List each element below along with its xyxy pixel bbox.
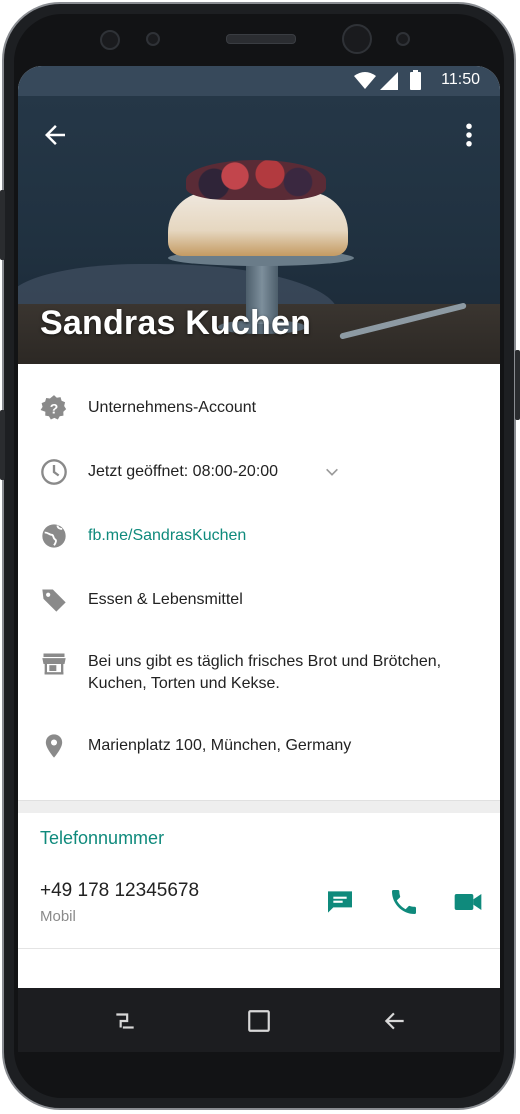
section-divider	[18, 800, 500, 813]
location-pin-icon	[45, 734, 63, 758]
address-text: Marienplatz 100, München, Germany	[88, 737, 352, 754]
sensor-dot	[396, 32, 410, 46]
status-bar: 11:50	[18, 66, 500, 96]
sensor-dot	[146, 32, 160, 46]
back-nav-icon[interactable]	[382, 1008, 408, 1034]
home-icon[interactable]	[246, 1008, 272, 1034]
clock-icon	[41, 459, 67, 485]
signal-icon	[380, 72, 398, 90]
account-type-text: Unternehmens-Account	[88, 399, 257, 416]
profile-header-image: Sandras Kuchen	[18, 96, 500, 364]
recent-apps-icon[interactable]	[112, 1008, 138, 1034]
screen: 11:50 Sandras Kuchen ? Unternehmens-Acco…	[18, 66, 500, 988]
status-time: 11:50	[441, 71, 480, 88]
website-link[interactable]: fb.me/SandrasKuchen	[88, 525, 488, 547]
side-button-left-bottom	[0, 410, 5, 480]
phone-icon[interactable]	[388, 886, 420, 918]
message-icon[interactable]	[324, 886, 356, 918]
battery-icon	[410, 70, 421, 90]
verified-badge-icon: ?	[40, 395, 67, 420]
phone-number[interactable]: +49 178 12345678	[40, 880, 199, 902]
category-text: Essen & Lebensmittel	[88, 591, 243, 608]
store-icon	[42, 653, 66, 675]
phone-section-title: Telefonnummer	[40, 828, 165, 848]
row-divider	[18, 948, 500, 949]
arrow-left-icon[interactable]	[40, 120, 70, 150]
sensor-dot	[100, 30, 120, 50]
hours-text: Jetzt geöffnet: 08:00-20:00	[88, 463, 279, 480]
fruit-topping	[186, 160, 326, 200]
more-vert-icon[interactable]	[454, 120, 484, 150]
chevron-down-icon[interactable]	[324, 464, 340, 480]
profile-name: Sandras Kuchen	[40, 304, 312, 342]
svg-text:?: ?	[50, 400, 59, 416]
description-text: Bei uns gibt es täglich frisches Brot un…	[88, 653, 442, 692]
video-icon[interactable]	[452, 886, 484, 918]
system-nav-bar	[18, 988, 500, 1052]
tag-icon	[42, 589, 66, 612]
globe-icon	[42, 524, 66, 548]
wifi-icon	[354, 72, 376, 89]
cake-image	[168, 192, 348, 256]
side-button-left-top	[0, 190, 5, 260]
side-button-right	[515, 350, 520, 420]
earpiece-speaker	[226, 34, 296, 44]
phone-type-label: Mobil	[40, 908, 76, 925]
front-camera	[342, 24, 372, 54]
